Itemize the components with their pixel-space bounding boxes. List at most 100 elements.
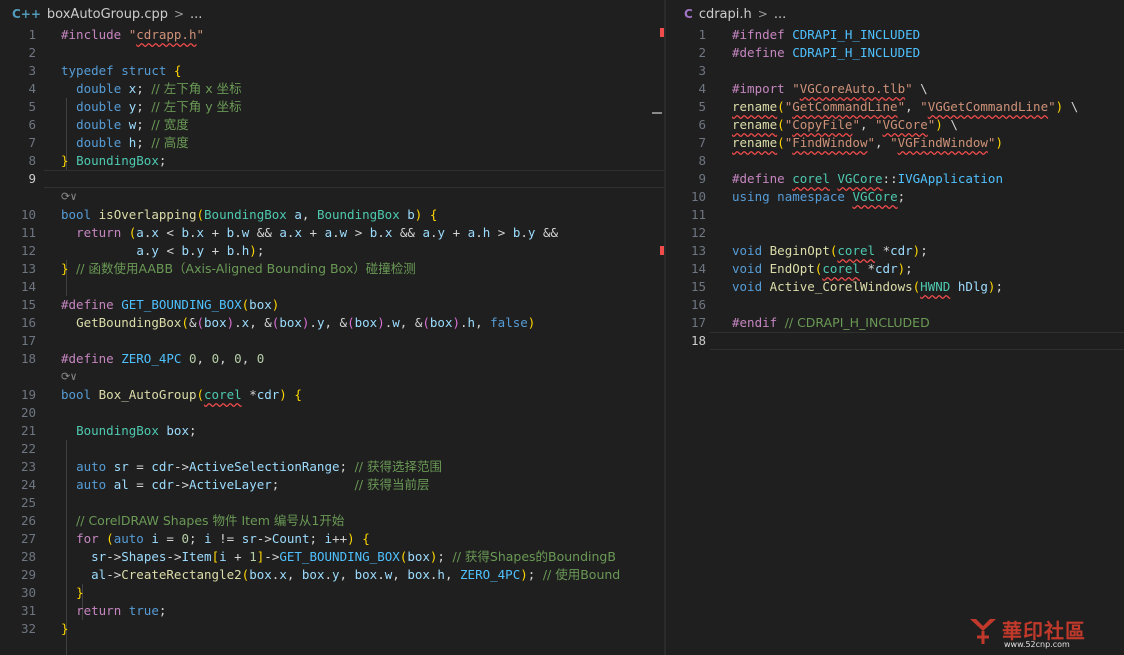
code-line[interactable]: 25: [0, 494, 664, 512]
code-text[interactable]: typedef struct {: [61, 62, 181, 80]
code-text[interactable]: #include "cdrapp.h": [61, 26, 204, 44]
code-text[interactable]: void Active_CorelWindows(HWND hDlg);: [732, 278, 1003, 296]
code-text[interactable]: bool Box_AutoGroup(corel *cdr) {: [61, 386, 302, 404]
codelens-row[interactable]: ⟳∨: [0, 368, 664, 386]
codelens-row[interactable]: ⟳∨: [0, 188, 664, 206]
code-line[interactable]: 8: [666, 152, 1124, 170]
code-text[interactable]: // CorelDRAW Shapes 物件 Item 编号从1开始: [61, 512, 344, 530]
code-line[interactable]: 31 return true;: [0, 602, 664, 620]
code-line[interactable]: 30 }: [0, 584, 664, 602]
code-line[interactable]: 28 sr->Shapes->Item[i + 1]->GET_BOUNDING…: [0, 548, 664, 566]
code-line[interactable]: 11 return (a.x < b.x + b.w && a.x + a.w …: [0, 224, 664, 242]
code-text[interactable]: double w; // 宽度: [61, 116, 189, 134]
code-line[interactable]: 21 BoundingBox box;: [0, 422, 664, 440]
code-text[interactable]: void EndOpt(corel *cdr);: [732, 260, 913, 278]
code-text[interactable]: auto al = cdr->ActiveLayer; // 获得当前层: [61, 476, 429, 494]
code-line[interactable]: 1 #include "cdrapp.h": [0, 26, 664, 44]
code-line[interactable]: 19 bool Box_AutoGroup(corel *cdr) {: [0, 386, 664, 404]
right-editor-pane[interactable]: C cdrapi.h > ... 1 #ifndef CDRAPI_H_INCLU…: [666, 0, 1124, 655]
code-text[interactable]: } // 函数使用AABB（Axis-Aligned Bounding Box）…: [61, 260, 416, 278]
code-line[interactable]: 12: [666, 224, 1124, 242]
code-text[interactable]: return (a.x < b.x + b.w && a.x + a.w > b…: [61, 224, 558, 242]
code-line[interactable]: 14 void EndOpt(corel *cdr);: [666, 260, 1124, 278]
code-line[interactable]: 11: [666, 206, 1124, 224]
code-line[interactable]: 1 #ifndef CDRAPI_H_INCLUDED: [666, 26, 1124, 44]
codelens-icon[interactable]: ⟳∨: [61, 188, 77, 206]
code-text[interactable]: al->CreateRectangle2(box.x, box.y, box.w…: [61, 566, 620, 584]
code-line[interactable]: 3: [666, 62, 1124, 80]
code-text[interactable]: BoundingBox box;: [61, 422, 196, 440]
left-file-name[interactable]: boxAutoGroup.cpp: [47, 7, 168, 22]
code-text[interactable]: double y; // 左下角 y 坐标: [61, 98, 242, 116]
code-line[interactable]: 17: [0, 332, 664, 350]
code-line[interactable]: 13 void BeginOpt(corel *cdr);: [666, 242, 1124, 260]
code-line[interactable]: 4 double x; // 左下角 x 坐标: [0, 80, 664, 98]
code-text[interactable]: #ifndef CDRAPI_H_INCLUDED: [732, 26, 920, 44]
code-text[interactable]: #import "VGCoreAuto.tlb" \: [732, 80, 928, 98]
code-text[interactable]: bool isOverlapping(BoundingBox a, Boundi…: [61, 206, 437, 224]
code-line[interactable]: 14: [0, 278, 664, 296]
code-text[interactable]: double x; // 左下角 x 坐标: [61, 80, 242, 98]
code-line[interactable]: 2: [0, 44, 664, 62]
code-line[interactable]: 16: [666, 296, 1124, 314]
code-line[interactable]: 26 // CorelDRAW Shapes 物件 Item 编号从1开始: [0, 512, 664, 530]
code-line[interactable]: 4 #import "VGCoreAuto.tlb" \: [666, 80, 1124, 98]
breadcrumb-more[interactable]: ...: [774, 7, 786, 22]
left-breadcrumb[interactable]: C++ boxAutoGroup.cpp > ...: [0, 0, 664, 28]
code-text[interactable]: rename("FindWindow", "VGFindWindow"): [732, 134, 1003, 152]
code-line[interactable]: 17 #endif // CDRAPI_H_INCLUDED: [666, 314, 1124, 332]
code-line[interactable]: 16 GetBoundingBox(&(box).x, &(box).y, &(…: [0, 314, 664, 332]
code-text[interactable]: using namespace VGCore;: [732, 188, 905, 206]
code-text[interactable]: }: [61, 620, 69, 638]
code-text[interactable]: void BeginOpt(corel *cdr);: [732, 242, 928, 260]
right-breadcrumb[interactable]: C cdrapi.h > ...: [666, 0, 1124, 28]
code-text[interactable]: a.y < b.y + b.h);: [61, 242, 264, 260]
code-line[interactable]: 12 a.y < b.y + b.h);: [0, 242, 664, 260]
code-line[interactable]: 24 auto al = cdr->ActiveLayer; // 获得当前层: [0, 476, 664, 494]
code-line[interactable]: 9: [0, 170, 664, 188]
code-text[interactable]: #define ZERO_4PC 0, 0, 0, 0: [61, 350, 264, 368]
code-text[interactable]: double h; // 高度: [61, 134, 189, 152]
code-line[interactable]: 18: [666, 332, 1124, 350]
code-line[interactable]: 5 rename("GetCommandLine", "VGGetCommandL…: [666, 98, 1124, 116]
code-line[interactable]: 7 rename("FindWindow", "VGFindWindow"): [666, 134, 1124, 152]
code-text[interactable]: } BoundingBox;: [61, 152, 166, 170]
codelens-icon[interactable]: ⟳∨: [61, 368, 77, 386]
left-code-area[interactable]: 1 #include "cdrapp.h" 2 3 typedef struct {4 …: [0, 26, 664, 655]
code-text[interactable]: for (auto i = 0; i != sr->Count; i++) {: [61, 530, 370, 548]
code-line[interactable]: 15 #define GET_BOUNDING_BOX(box): [0, 296, 664, 314]
code-line[interactable]: 29 al->CreateRectangle2(box.x, box.y, bo…: [0, 566, 664, 584]
breadcrumb-more[interactable]: ...: [190, 7, 202, 22]
code-line[interactable]: 10 using namespace VGCore;: [666, 188, 1124, 206]
code-text[interactable]: #endif // CDRAPI_H_INCLUDED: [732, 314, 930, 332]
code-line[interactable]: 3 typedef struct {: [0, 62, 664, 80]
scrollbar-thumb[interactable]: [652, 112, 662, 114]
code-line[interactable]: 8} BoundingBox;: [0, 152, 664, 170]
code-text[interactable]: }: [61, 584, 84, 602]
code-text[interactable]: #define GET_BOUNDING_BOX(box): [61, 296, 279, 314]
code-line[interactable]: 27 for (auto i = 0; i != sr->Count; i++)…: [0, 530, 664, 548]
code-line[interactable]: 15 void Active_CorelWindows(HWND hDlg);: [666, 278, 1124, 296]
code-line[interactable]: 18 #define ZERO_4PC 0, 0, 0, 0: [0, 350, 664, 368]
code-text[interactable]: #define corel VGCore::IVGApplication: [732, 170, 1003, 188]
code-line[interactable]: 23 auto sr = cdr->ActiveSelectionRange; …: [0, 458, 664, 476]
code-text[interactable]: sr->Shapes->Item[i + 1]->GET_BOUNDING_BO…: [61, 548, 616, 566]
code-line[interactable]: 6 rename("CopyFile", "VGCore") \: [666, 116, 1124, 134]
code-text[interactable]: GetBoundingBox(&(box).x, &(box).y, &(box…: [61, 314, 535, 332]
code-line[interactable]: 5 double y; // 左下角 y 坐标: [0, 98, 664, 116]
right-file-name[interactable]: cdrapi.h: [699, 7, 752, 22]
code-line[interactable]: 10 bool isOverlapping(BoundingBox a, Boun…: [0, 206, 664, 224]
code-line[interactable]: 13} // 函数使用AABB（Axis-Aligned Bounding Bo…: [0, 260, 664, 278]
code-line[interactable]: 2 #define CDRAPI_H_INCLUDED: [666, 44, 1124, 62]
code-line[interactable]: 22: [0, 440, 664, 458]
code-line[interactable]: 6 double w; // 宽度: [0, 116, 664, 134]
code-line[interactable]: 9 #define corel VGCore::IVGApplication: [666, 170, 1124, 188]
code-text[interactable]: #define CDRAPI_H_INCLUDED: [732, 44, 920, 62]
code-text[interactable]: auto sr = cdr->ActiveSelectionRange; // …: [61, 458, 442, 476]
code-line[interactable]: 32}: [0, 620, 664, 638]
right-code-area[interactable]: 1 #ifndef CDRAPI_H_INCLUDED 2 #define CDRAP…: [666, 26, 1124, 350]
code-line[interactable]: 7 double h; // 高度: [0, 134, 664, 152]
left-editor-pane[interactable]: C++ boxAutoGroup.cpp > ... 1 #include "cd…: [0, 0, 664, 655]
code-text[interactable]: return true;: [61, 602, 166, 620]
code-text[interactable]: rename("CopyFile", "VGCore") \: [732, 116, 958, 134]
